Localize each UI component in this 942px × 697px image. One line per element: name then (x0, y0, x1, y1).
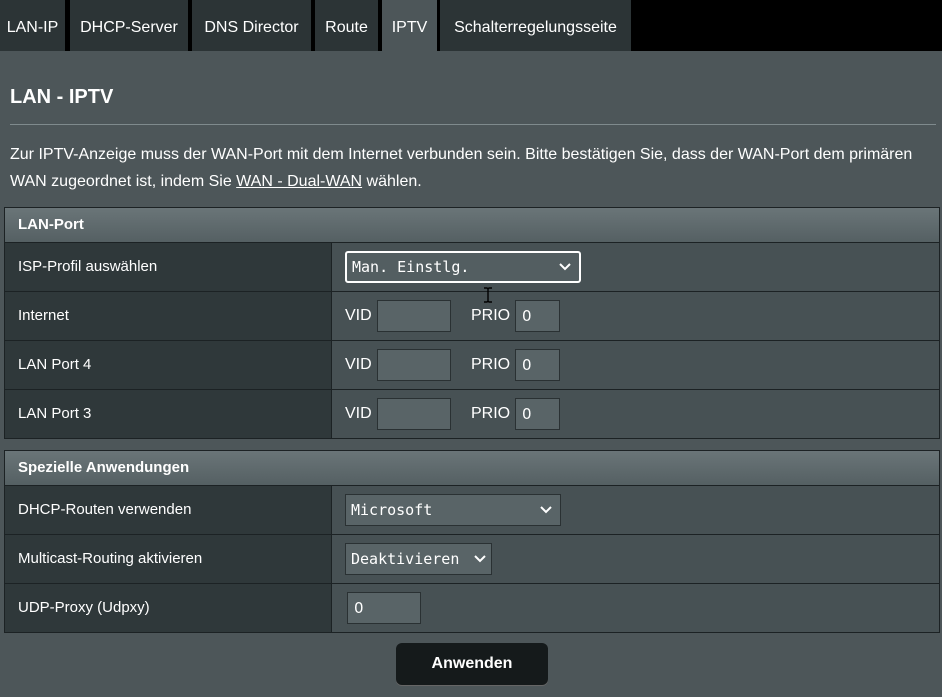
lan-port-section: LAN-Port ISP-Profil auswählen Man. Einst… (4, 207, 940, 439)
tab-lan-ip[interactable]: LAN-IP (0, 0, 65, 51)
multicast-row: Multicast-Routing aktivieren Deaktiviere… (5, 535, 939, 584)
internet-prio-input[interactable]: 0 (515, 300, 560, 332)
chevron-down-icon (559, 253, 571, 291)
internet-label: Internet (5, 292, 332, 340)
intro-text: Zur IPTV-Anzeige muss der WAN-Port mit d… (10, 141, 940, 195)
special-apps-section: Spezielle Anwendungen DHCP-Routen verwen… (4, 450, 940, 633)
dhcp-routes-select[interactable]: Microsoft (345, 494, 561, 526)
isp-profile-label: ISP-Profil auswählen (5, 243, 332, 291)
lan-port-3-vid-label: VID (345, 405, 372, 422)
tab-iptv[interactable]: IPTV (382, 0, 437, 51)
intro-text-after: wählen. (362, 173, 422, 190)
internet-cell: VID PRIO 0 (332, 292, 939, 340)
lan-port-3-vid-input[interactable] (377, 398, 451, 430)
multicast-label: Multicast-Routing aktivieren (5, 535, 332, 583)
internet-row: Internet VID PRIO 0 (5, 292, 939, 341)
dhcp-routes-value: Microsoft (351, 501, 433, 519)
dhcp-routes-cell: Microsoft (332, 486, 939, 534)
dhcp-routes-row: DHCP-Routen verwenden Microsoft (5, 486, 939, 535)
text-cursor-icon (483, 287, 493, 303)
tab-switch-control[interactable]: Schalterregelungsseite (440, 0, 631, 51)
lan-port-3-row: LAN Port 3 VID PRIO 0 (5, 390, 939, 438)
tab-dns-director[interactable]: DNS Director (192, 0, 311, 51)
chevron-down-icon (474, 544, 486, 585)
special-apps-header: Spezielle Anwendungen (5, 451, 939, 486)
isp-profile-value: Man. Einstlg. (352, 258, 470, 276)
dhcp-routes-label: DHCP-Routen verwenden (5, 486, 332, 534)
multicast-value: Deaktivieren (351, 550, 460, 568)
lan-port-4-vid-input[interactable] (377, 349, 451, 381)
internet-vid-label: VID (345, 307, 372, 324)
lan-port-4-row: LAN Port 4 VID PRIO 0 (5, 341, 939, 390)
title-divider (10, 124, 936, 125)
multicast-cell: Deaktivieren (332, 535, 939, 583)
tab-dhcp-server[interactable]: DHCP-Server (70, 0, 188, 51)
isp-profile-select[interactable]: Man. Einstlg. (345, 251, 581, 283)
apply-button[interactable]: Anwenden (396, 643, 548, 685)
tab-route[interactable]: Route (315, 0, 378, 51)
isp-profile-cell: Man. Einstlg. (332, 243, 939, 291)
udp-proxy-input[interactable]: 0 (347, 592, 421, 624)
page-title: LAN - IPTV (10, 86, 114, 108)
chevron-down-icon (540, 495, 552, 536)
udp-proxy-cell: 0 (332, 584, 939, 632)
lan-port-4-prio-input[interactable]: 0 (515, 349, 560, 381)
tab-bar: LAN-IP DHCP-Server DNS Director Route IP… (0, 0, 942, 51)
lan-port-3-prio-label: PRIO (471, 405, 511, 422)
lan-port-header: LAN-Port (5, 208, 939, 243)
lan-port-3-prio-input[interactable]: 0 (515, 398, 560, 430)
lan-port-3-cell: VID PRIO 0 (332, 390, 939, 438)
multicast-select[interactable]: Deaktivieren (345, 543, 492, 575)
lan-port-4-vid-label: VID (345, 356, 372, 373)
lan-port-4-cell: VID PRIO 0 (332, 341, 939, 389)
lan-port-3-label: LAN Port 3 (5, 390, 332, 438)
udp-proxy-row: UDP-Proxy (Udpxy) 0 (5, 584, 939, 632)
wan-dual-wan-link[interactable]: WAN - Dual-WAN (236, 173, 362, 190)
lan-port-4-prio-label: PRIO (471, 356, 511, 373)
internet-vid-input[interactable] (377, 300, 451, 332)
isp-profile-row: ISP-Profil auswählen Man. Einstlg. (5, 243, 939, 292)
lan-port-4-label: LAN Port 4 (5, 341, 332, 389)
intro-text-before: Zur IPTV-Anzeige muss der WAN-Port mit d… (10, 146, 913, 190)
udp-proxy-label: UDP-Proxy (Udpxy) (5, 584, 332, 632)
